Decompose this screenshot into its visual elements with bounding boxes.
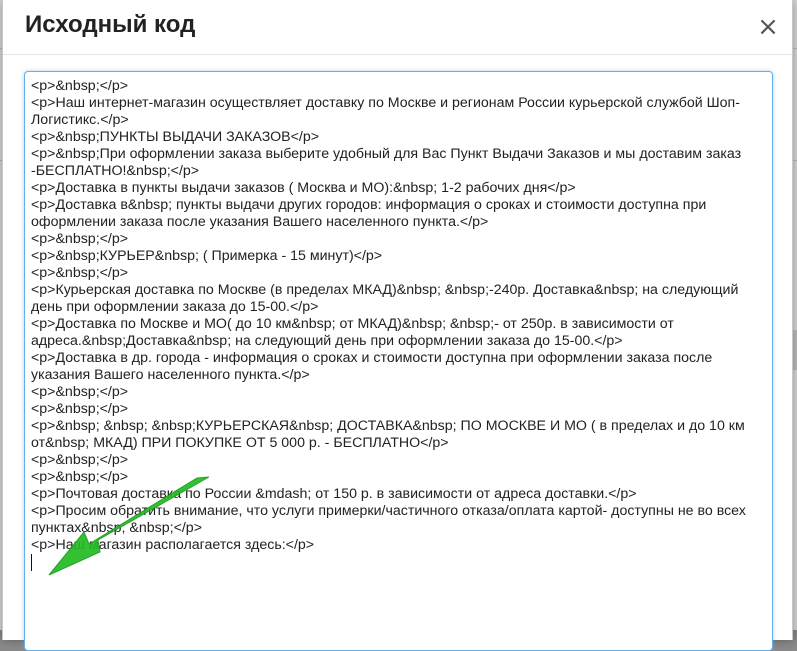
code-line: <p>Курьерская доставка по Москве (в пред… — [31, 282, 743, 315]
text-caret — [31, 554, 32, 571]
code-line: <p>Доставка в пункты выдачи заказов ( Мо… — [31, 180, 576, 196]
code-line: <p>&nbsp;</p> — [31, 384, 129, 400]
code-line: <p>Доставка по Москве и МО( до 10 км&nbs… — [31, 316, 678, 349]
code-line: <p>&nbsp;ПУНКТЫ ВЫДАЧИ ЗАКАЗОВ</p> — [31, 129, 320, 145]
source-code-dialog: Исходный код × <p>&nbsp;</p> <p>Наш интер… — [2, 0, 793, 651]
code-line: <p>Просим обратить внимание, что услуги … — [31, 503, 750, 536]
code-line: <p>&nbsp;</p> — [31, 401, 129, 417]
code-line: <p>&nbsp;</p> — [31, 265, 129, 281]
code-line: <p>Доставка в&nbsp; пункты выдачи других… — [31, 197, 711, 230]
code-line: <p>&nbsp;При оформлении заказа выберите … — [31, 146, 746, 179]
dialog-header: Исходный код × — [3, 0, 792, 55]
code-line: <p>Доставка в др. города - информация о … — [31, 350, 717, 383]
code-content: <p>&nbsp;</p> <p>Наш интернет-магазин осу… — [31, 78, 766, 554]
dialog-title: Исходный код — [25, 11, 196, 38]
code-line: <p>Наш магазин располагается здесь:</p> — [31, 537, 315, 553]
source-code-textarea[interactable]: <p>&nbsp;</p> <p>Наш интернет-магазин осу… — [24, 71, 773, 651]
code-line: <p>&nbsp;</p> — [31, 78, 129, 94]
code-line: <p>Наш интернет-магазин осуществляет дос… — [31, 95, 740, 128]
code-line: <p>&nbsp;КУРЬЕР&nbsp; ( Примерка - 15 ми… — [31, 248, 383, 264]
code-line: <p>&nbsp;</p> — [31, 452, 129, 468]
code-line: <p>&nbsp; &nbsp; &nbsp;КУРЬЕРСКАЯ&nbsp; … — [31, 418, 749, 451]
close-icon[interactable]: × — [757, 13, 779, 41]
backdrop-decoration — [793, 330, 797, 370]
code-line: <p>Почтовая доставка по России &mdash; о… — [31, 486, 637, 502]
code-line: <p>&nbsp;</p> — [31, 231, 129, 247]
code-line: <p>&nbsp;</p> — [31, 469, 129, 485]
